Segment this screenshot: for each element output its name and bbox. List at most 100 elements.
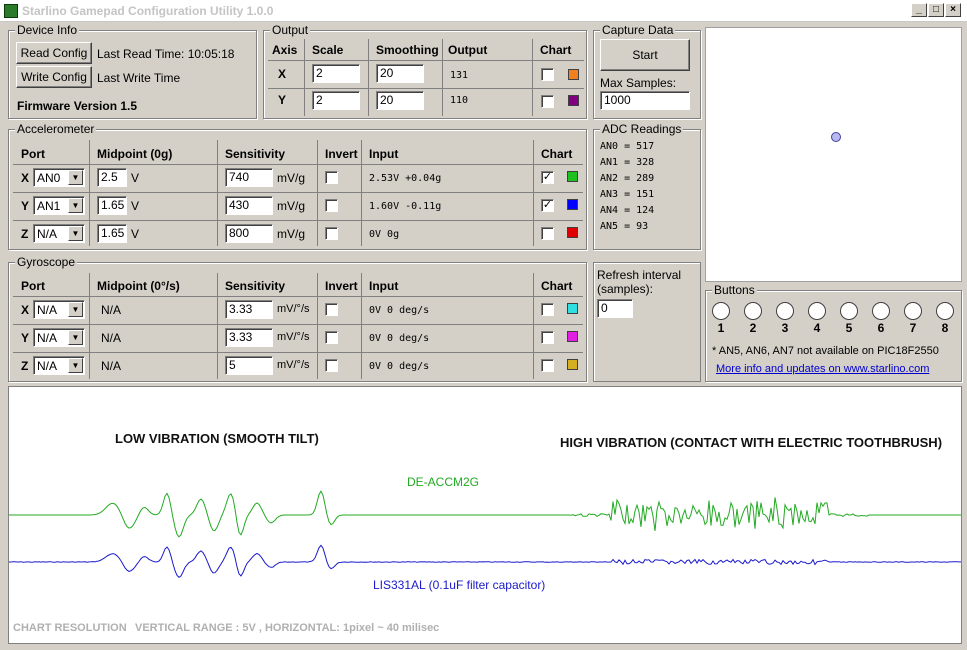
port-select-y[interactable]: AN1 ▼: [33, 196, 85, 215]
chart-checkbox-output-y[interactable]: [541, 95, 554, 108]
chart-checkbox-accel-y[interactable]: ✓: [541, 199, 554, 212]
position-dot: [831, 132, 841, 142]
start-button[interactable]: Start: [600, 39, 690, 71]
port-note: * AN5, AN6, AN7 not available on PIC18F2…: [712, 345, 939, 357]
group-label: Device Info: [15, 23, 80, 37]
port-value: N/A: [37, 359, 58, 373]
midpoint-input-y[interactable]: 1.65: [97, 196, 127, 215]
divider: [89, 273, 90, 379]
color-swatch: [567, 199, 578, 210]
gyro-chart-checkbox-z[interactable]: [541, 359, 554, 372]
col-header: Midpoint (0°/s): [97, 279, 180, 293]
gyro-input-reading-x: 0V 0 deg/s: [369, 305, 430, 316]
color-swatch: [568, 69, 579, 80]
chart-checkbox-accel-x[interactable]: ✓: [541, 171, 554, 184]
unit-label: mV/g: [277, 171, 306, 185]
gamepad-button-indicator: [904, 302, 922, 320]
gyro-invert-checkbox-x[interactable]: [325, 303, 338, 316]
input-reading-z: 0V 0g: [369, 229, 400, 240]
gyro-sensitivity-input-z[interactable]: 5: [225, 356, 273, 375]
divider: [13, 324, 583, 325]
group-label: ADC Readings: [600, 122, 684, 136]
col-header: Port: [21, 147, 45, 161]
button-number: 4: [813, 321, 821, 335]
app-icon: [4, 4, 18, 18]
title-bar: Starlino Gamepad Configuration Utility 1…: [0, 0, 967, 22]
divider: [13, 296, 583, 297]
scale-input-y[interactable]: 2: [312, 91, 360, 110]
green-trace: [9, 490, 961, 538]
midpoint-input-x[interactable]: 2.5: [97, 168, 127, 187]
button-number: 6: [877, 321, 885, 335]
port-select-z[interactable]: N/A ▼: [33, 224, 85, 243]
accelerometer-group: Accelerometer Port Midpoint (0g) Sensiti…: [8, 122, 587, 250]
adc-value: AN2 = 289: [600, 173, 655, 184]
starlino-link[interactable]: More info and updates on www.starlino.co…: [716, 363, 929, 375]
gyro-invert-checkbox-z[interactable]: [325, 359, 338, 372]
gyro-sensitivity-input-x[interactable]: 3.33: [225, 300, 273, 319]
button-number: 8: [941, 321, 949, 335]
write-config-button[interactable]: Write Config: [16, 66, 92, 88]
gyro-port-select-z[interactable]: N/A ▼: [33, 356, 85, 375]
maximize-button[interactable]: □: [928, 3, 944, 17]
col-header: Invert: [325, 279, 358, 293]
app-window: Starlino Gamepad Configuration Utility 1…: [0, 0, 967, 650]
blue-trace: [9, 544, 961, 578]
col-header: Chart: [541, 147, 573, 161]
gyro-chart-checkbox-y[interactable]: [541, 331, 554, 344]
gamepad-button-indicator: [712, 302, 730, 320]
read-config-button[interactable]: Read Config: [16, 42, 92, 64]
chart-checkbox-output-x[interactable]: [541, 68, 554, 81]
gamepad-button-indicator: [840, 302, 858, 320]
gyro-invert-checkbox-y[interactable]: [325, 331, 338, 344]
divider: [217, 140, 218, 246]
midpoint-value: N/A: [101, 331, 122, 345]
divider: [217, 273, 218, 379]
button-number: 3: [781, 321, 789, 335]
midpoint-input-z[interactable]: 1.65: [97, 224, 127, 243]
col-header: Output: [448, 43, 488, 57]
gyro-port-select-y[interactable]: N/A ▼: [33, 328, 85, 347]
invert-checkbox-x[interactable]: [325, 171, 338, 184]
adc-value: AN4 = 124: [600, 205, 655, 216]
firmware-version: Firmware Version 1.5: [17, 99, 138, 113]
input-reading-y: 1.60V -0.11g: [369, 201, 442, 212]
divider: [89, 140, 90, 246]
refresh-interval-input[interactable]: 0: [597, 299, 633, 318]
device-info-group: Device Info Read Config Last Read Time: …: [8, 23, 257, 119]
refresh-panel: Refresh interval (samples): 0: [593, 262, 701, 382]
col-header: Scale: [312, 43, 344, 57]
gyro-sensitivity-input-y[interactable]: 3.33: [225, 328, 273, 347]
col-header: Chart: [541, 279, 573, 293]
smoothing-input-y[interactable]: 20: [376, 91, 424, 110]
smoothing-input-x[interactable]: 20: [376, 64, 424, 83]
gyro-port-select-x[interactable]: N/A ▼: [33, 300, 85, 319]
chart-traces: [9, 490, 961, 578]
invert-checkbox-y[interactable]: [325, 199, 338, 212]
gamepad-button-indicator: [872, 302, 890, 320]
max-samples-label: Max Samples:: [600, 76, 677, 90]
port-select-x[interactable]: AN0 ▼: [33, 168, 85, 187]
last-read-time: Last Read Time: 10:05:18: [97, 47, 235, 61]
scale-input-x[interactable]: 2: [312, 64, 360, 83]
invert-checkbox-z[interactable]: [325, 227, 338, 240]
chevron-down-icon: ▼: [68, 302, 83, 317]
color-swatch: [567, 171, 578, 182]
port-value: N/A: [37, 303, 58, 317]
max-samples-input[interactable]: 1000: [600, 91, 690, 110]
close-button[interactable]: ×: [945, 3, 961, 17]
sensitivity-input-y[interactable]: 430: [225, 196, 273, 215]
sensitivity-input-x[interactable]: 740: [225, 168, 273, 187]
button-number: 5: [845, 321, 853, 335]
divider: [268, 88, 584, 89]
sensitivity-input-z[interactable]: 800: [225, 224, 273, 243]
gyro-chart-checkbox-x[interactable]: [541, 303, 554, 316]
adc-readings-group: ADC Readings AN0 = 517 AN1 = 328 AN2 = 2…: [593, 122, 701, 250]
divider: [533, 140, 534, 246]
axis-label: Y: [21, 331, 30, 345]
port-value: AN0: [37, 171, 61, 185]
chart-checkbox-accel-z[interactable]: [541, 227, 554, 240]
gamepad-button-indicator: [808, 302, 826, 320]
chevron-down-icon: ▼: [68, 198, 83, 213]
minimize-button[interactable]: _: [911, 3, 927, 17]
